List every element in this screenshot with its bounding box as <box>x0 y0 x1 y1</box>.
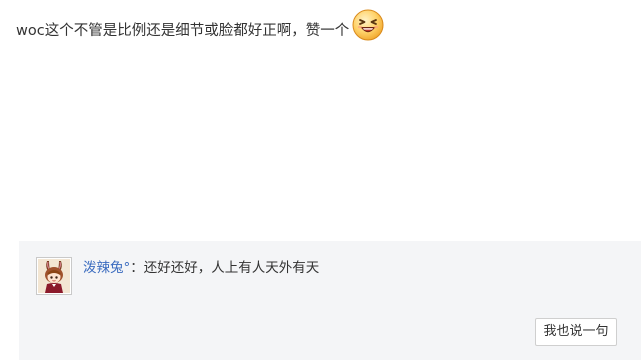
post-text: woc这个不管是比例还是细节或脸都好正啊，赞一个 <box>16 23 350 39</box>
reply-line: 泼辣兔°：还好还好，人上有人天外有天 <box>83 258 319 278</box>
reply-separator: ： <box>130 260 144 276</box>
page: woc这个不管是比例还是细节或脸都好正啊，赞一个 泼辣兔°：还好还好，人上有人天… <box>0 0 641 360</box>
anime-character-avatar[interactable] <box>36 257 72 295</box>
grinning-squint-emoticon-icon <box>352 9 384 41</box>
reply-button[interactable]: 我也说一句 <box>535 318 617 346</box>
reply-panel: 泼辣兔°：还好还好，人上有人天外有天 我也说一句 <box>19 241 641 360</box>
reply-username-link[interactable]: 泼辣兔° <box>83 260 130 276</box>
reply-item: 泼辣兔°：还好还好，人上有人天外有天 <box>36 257 319 295</box>
reply-text: 还好还好，人上有人天外有天 <box>143 260 320 276</box>
post-content: woc这个不管是比例还是细节或脸都好正啊，赞一个 <box>16 9 384 48</box>
